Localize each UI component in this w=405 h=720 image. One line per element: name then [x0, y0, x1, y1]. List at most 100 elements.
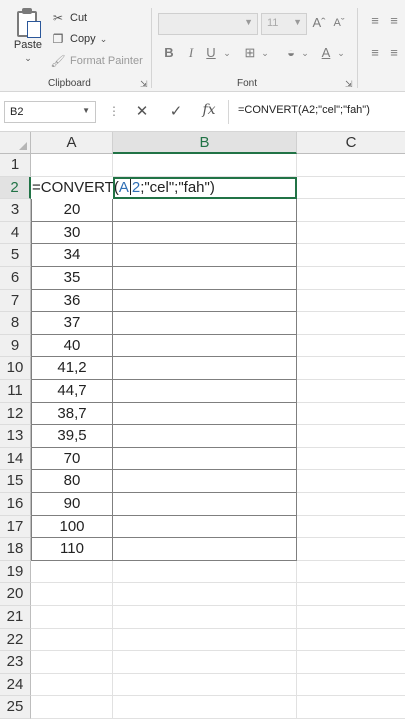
cell-a[interactable]: 44,7	[31, 380, 113, 403]
column-header-b[interactable]: B	[113, 132, 297, 154]
cell-a[interactable]: 70	[31, 447, 113, 471]
cell-b[interactable]	[113, 221, 297, 245]
row-header[interactable]: 12	[0, 402, 31, 426]
chevron-down-icon[interactable]: ⌄	[300, 44, 310, 62]
borders-icon[interactable]: ⊞	[241, 44, 259, 62]
row-header[interactable]: 9	[0, 334, 31, 358]
cell-a[interactable]: 39,5	[31, 425, 113, 448]
decrease-font-size-icon[interactable]: Aˇ	[331, 14, 347, 32]
gridline	[31, 627, 405, 629]
align-center-icon[interactable]: ≡	[386, 44, 402, 62]
more-icon[interactable]: ⋮	[108, 104, 120, 118]
row-header[interactable]: 15	[0, 470, 31, 493]
name-box[interactable]: B2 ▼	[4, 101, 96, 123]
font-color-icon[interactable]: A	[318, 44, 334, 62]
cell-b[interactable]	[113, 380, 297, 403]
paste-button[interactable]: Paste ⌄	[10, 8, 46, 64]
paintbrush-icon: 🖌	[50, 54, 66, 68]
cell-b[interactable]	[113, 267, 297, 290]
increase-font-size-icon[interactable]: Aˆ	[311, 14, 327, 32]
row-header[interactable]: 7	[0, 289, 31, 313]
chevron-down-icon[interactable]: ⌄	[222, 44, 232, 62]
row-header[interactable]: 14	[0, 447, 31, 471]
cell-a[interactable]: 35	[31, 267, 113, 290]
cell-a[interactable]: 37	[31, 312, 113, 335]
underline-button[interactable]: U	[204, 44, 218, 62]
worksheet-grid[interactable]: A B C 1 2 3 4 5 6 7 8 9 10 11 12 13 14 15 16 17 18 19 20 21 2…	[0, 132, 405, 720]
cell-b[interactable]	[113, 538, 297, 561]
cell-a[interactable]: 20	[31, 199, 113, 222]
chevron-down-icon[interactable]: ⌄	[260, 44, 270, 62]
row-header[interactable]: 11	[0, 380, 31, 403]
cell-a[interactable]: 110	[31, 538, 113, 561]
dialog-launcher-icon[interactable]: ⇲	[345, 79, 353, 90]
cell-b[interactable]	[113, 312, 297, 335]
column-header-c[interactable]: C	[297, 132, 405, 154]
chevron-down-icon[interactable]: ⌄	[10, 53, 46, 64]
dialog-launcher-icon[interactable]: ⇲	[140, 79, 148, 90]
active-cell-b2[interactable]	[113, 176, 297, 200]
select-all-button[interactable]	[0, 132, 31, 154]
cell-a[interactable]: 38,7	[31, 402, 113, 426]
row-header[interactable]: 24	[0, 673, 31, 697]
align-middle-icon[interactable]: ≡	[386, 12, 402, 30]
row-header[interactable]: 8	[0, 312, 31, 335]
cell-a[interactable]: 34	[31, 244, 113, 267]
select-all-icon	[19, 142, 27, 150]
cell-a[interactable]: 90	[31, 493, 113, 516]
row-header[interactable]: 22	[0, 628, 31, 652]
cut-button[interactable]: ✂ Cut	[50, 10, 87, 26]
row-header[interactable]: 25	[0, 696, 31, 719]
row-header[interactable]: 3	[0, 199, 31, 222]
align-top-icon[interactable]: ≡	[367, 12, 383, 30]
cell-b[interactable]	[113, 425, 297, 448]
cell-b[interactable]	[113, 357, 297, 380]
chevron-down-icon[interactable]: ⌄	[336, 44, 346, 62]
copy-button[interactable]: ❐ Copy ⌄	[50, 31, 108, 47]
cell-a[interactable]: 36	[31, 289, 113, 313]
cell-b[interactable]	[113, 402, 297, 426]
column-header-a[interactable]: A	[31, 132, 113, 154]
scissors-icon: ✂	[52, 11, 64, 25]
cell-a[interactable]: 30	[31, 221, 113, 245]
insert-function-icon[interactable]: fx	[199, 102, 219, 118]
formula-input[interactable]: =CONVERT(A2;"cel";"fah")	[238, 104, 370, 116]
cell-b[interactable]	[113, 493, 297, 516]
cell-b[interactable]	[113, 447, 297, 471]
cell-a[interactable]: 41,2	[31, 357, 113, 380]
chevron-down-icon: ▼	[244, 17, 253, 27]
fill-color-icon[interactable]: ◒	[282, 44, 300, 62]
format-painter-button[interactable]: 🖌 Format Painter	[50, 53, 142, 69]
cell-a[interactable]: 40	[31, 334, 113, 358]
cell-b[interactable]	[113, 289, 297, 313]
font-name-select[interactable]: ▼	[158, 13, 258, 35]
row-header[interactable]: 17	[0, 515, 31, 539]
row-header[interactable]: 16	[0, 493, 31, 516]
cell-b[interactable]	[113, 334, 297, 358]
enter-check-icon[interactable]: ✓	[166, 102, 186, 120]
cell-a[interactable]: 80	[31, 470, 113, 493]
cell-b[interactable]	[113, 199, 297, 222]
row-header[interactable]: 1	[0, 154, 31, 177]
cell-a[interactable]: 100	[31, 515, 113, 539]
row-header[interactable]: 23	[0, 651, 31, 674]
bold-button[interactable]: B	[162, 44, 176, 62]
row-header[interactable]: 13	[0, 425, 31, 448]
row-header[interactable]: 21	[0, 606, 31, 629]
row-header[interactable]: 5	[0, 244, 31, 267]
row-header[interactable]: 2	[0, 176, 31, 200]
align-left-icon[interactable]: ≡	[367, 44, 383, 62]
chevron-down-icon[interactable]: ⌄	[100, 34, 108, 45]
cancel-icon[interactable]: ✕	[132, 102, 152, 120]
row-header[interactable]: 20	[0, 583, 31, 606]
italic-button[interactable]: I	[184, 44, 198, 62]
cell-b[interactable]	[113, 244, 297, 267]
cell-b[interactable]	[113, 515, 297, 539]
row-header[interactable]: 6	[0, 267, 31, 290]
row-header[interactable]: 4	[0, 221, 31, 245]
font-size-select[interactable]: 11 ▼	[261, 13, 307, 35]
cell-b[interactable]	[113, 470, 297, 493]
row-header[interactable]: 19	[0, 560, 31, 584]
row-header[interactable]: 10	[0, 357, 31, 380]
row-header[interactable]: 18	[0, 538, 31, 561]
